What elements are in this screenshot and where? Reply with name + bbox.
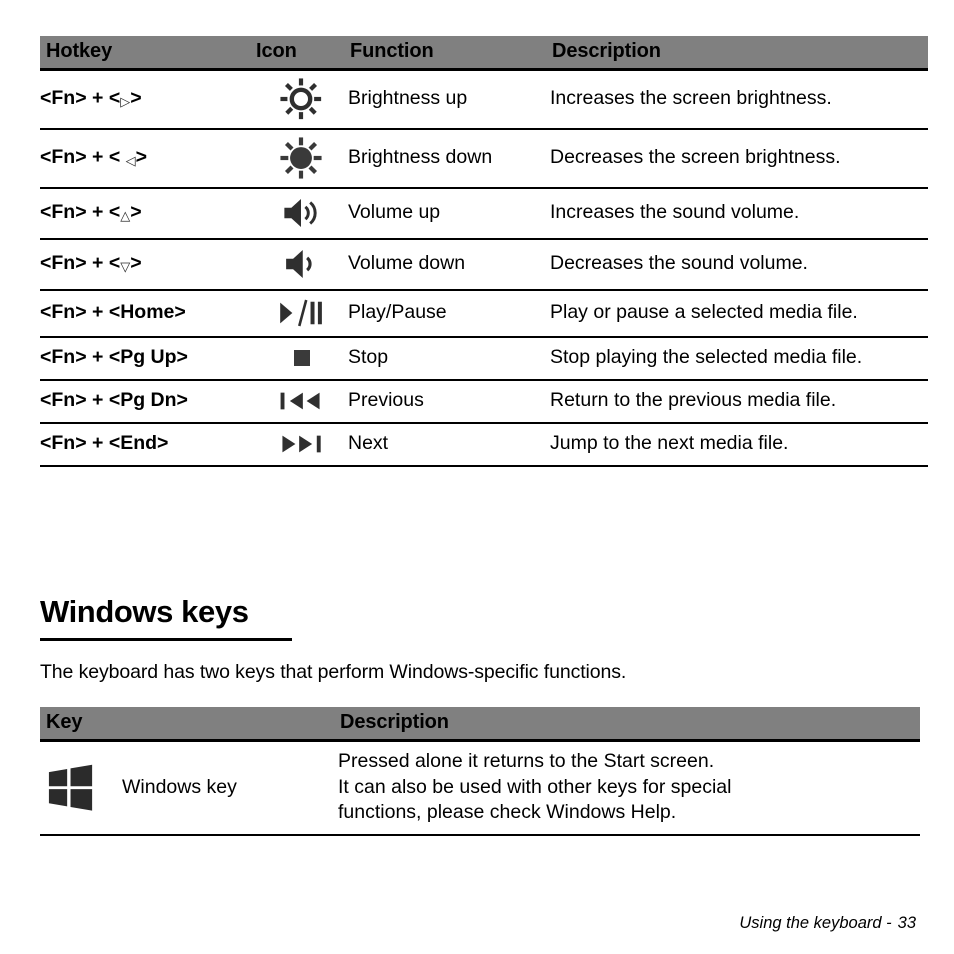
hotkey-text-prefix: <Fn> + < bbox=[40, 146, 126, 169]
description-text: Stop playing the selected media file. bbox=[550, 337, 928, 381]
volume-up-icon bbox=[280, 196, 322, 230]
column-header-description: Description bbox=[550, 36, 928, 71]
column-header-icon: Icon bbox=[254, 36, 348, 71]
key-cell: Windows key bbox=[40, 740, 338, 837]
hotkey-text-suffix: > bbox=[130, 201, 142, 224]
hotkey-combo: <Fn> + <Pg Dn> bbox=[40, 380, 254, 424]
function-label: Brightness down bbox=[348, 129, 550, 189]
table-row: <Fn> + < ◁> Brightness down Decreases th… bbox=[40, 129, 928, 189]
hotkey-text-suffix: > bbox=[130, 87, 142, 110]
arrow-right-icon: ▷ bbox=[120, 94, 131, 110]
function-label: Next bbox=[348, 423, 550, 467]
previous-icon bbox=[275, 388, 327, 414]
description-line: It can also be used with other keys for … bbox=[338, 775, 732, 798]
key-label: Windows key bbox=[122, 775, 237, 798]
hotkey-text-suffix: > bbox=[135, 146, 148, 169]
arrow-down-icon: ▽ bbox=[120, 259, 131, 275]
brightness-down-icon bbox=[280, 137, 322, 179]
next-icon bbox=[275, 431, 327, 457]
icon-cell bbox=[254, 380, 348, 424]
description-line: Pressed alone it returns to the Start sc… bbox=[338, 750, 715, 772]
icon-cell bbox=[254, 69, 348, 130]
hotkey-text-prefix: <Fn> + < bbox=[40, 201, 121, 224]
icon-cell bbox=[254, 290, 348, 338]
table-row: <Fn> + <△> Volume up Increases the sound… bbox=[40, 188, 928, 240]
hotkey-text-prefix: <Fn> + < bbox=[40, 87, 121, 110]
icon-cell bbox=[254, 337, 348, 381]
hotkey-combo: <Fn> + <△> bbox=[40, 188, 254, 240]
arrow-up-icon: △ bbox=[120, 208, 131, 224]
icon-cell bbox=[254, 188, 348, 240]
icon-cell bbox=[254, 423, 348, 467]
table-row: <Fn> + <End> Next Jump to the next media… bbox=[40, 423, 928, 467]
page-footer: Using the keyboard - 33 bbox=[739, 914, 916, 933]
function-label: Stop bbox=[348, 337, 550, 381]
icon-cell bbox=[254, 129, 348, 189]
footer-section-label: Using the keyboard - bbox=[739, 914, 892, 932]
description-text: Play or pause a selected media file. bbox=[550, 290, 928, 338]
column-header-key: Key bbox=[40, 707, 338, 742]
hotkey-text-prefix: <Fn> + < bbox=[40, 252, 121, 275]
hotkey-combo: <Fn> + <▽> bbox=[40, 239, 254, 291]
table-row: <Fn> + <▷> Brightness up Increases the s… bbox=[40, 69, 928, 130]
hotkey-combo: <Fn> + <Home> bbox=[40, 290, 254, 338]
footer-page-number: 33 bbox=[897, 914, 916, 932]
heading-underline bbox=[40, 638, 292, 641]
function-label: Brightness up bbox=[348, 69, 550, 130]
hotkey-combo: <Fn> + <Pg Up> bbox=[40, 337, 254, 381]
table-row: <Fn> + <Pg Up> Stop Stop playing the sel… bbox=[40, 337, 928, 381]
arrow-left-icon: ◁ bbox=[125, 153, 136, 169]
description-text: Increases the sound volume. bbox=[550, 188, 928, 240]
description-text: Jump to the next media file. bbox=[550, 423, 928, 467]
description-text: Return to the previous media file. bbox=[550, 380, 928, 424]
hotkey-combo: <Fn> + < ◁> bbox=[40, 129, 254, 189]
table-row: Windows key Pressed alone it returns to … bbox=[40, 740, 920, 837]
windows-keys-table: Key Description Windows key Pressed alon… bbox=[40, 707, 920, 837]
function-label: Play/Pause bbox=[348, 290, 550, 338]
document-page: Hotkey Icon Function Description <Fn> + … bbox=[0, 0, 954, 954]
section-heading-text: Windows keys bbox=[40, 594, 249, 629]
table-row: <Fn> + <▽> Volume down Decreases the sou… bbox=[40, 239, 928, 291]
table-row: <Fn> + <Home> Play/Pause Play or pause a… bbox=[40, 290, 928, 338]
description-text: Decreases the sound volume. bbox=[550, 239, 928, 291]
windows-logo-icon bbox=[46, 764, 96, 812]
hotkey-table: Hotkey Icon Function Description <Fn> + … bbox=[40, 36, 928, 467]
column-header-function: Function bbox=[348, 36, 550, 71]
column-header-description: Description bbox=[338, 707, 920, 742]
function-label: Previous bbox=[348, 380, 550, 424]
table-row: <Fn> + <Pg Dn> Previous Return to the pr… bbox=[40, 380, 928, 424]
play-pause-icon bbox=[275, 298, 327, 328]
table-header-row: Hotkey Icon Function Description bbox=[40, 36, 928, 71]
table-header-row: Key Description bbox=[40, 707, 920, 742]
column-header-hotkey: Hotkey bbox=[40, 36, 254, 71]
stop-icon bbox=[281, 345, 321, 371]
hotkey-combo: <Fn> + <End> bbox=[40, 423, 254, 467]
description-text: Decreases the screen brightness. bbox=[550, 129, 928, 189]
volume-down-icon bbox=[280, 247, 322, 281]
description-text: Increases the screen brightness. bbox=[550, 69, 928, 130]
brightness-up-icon bbox=[280, 78, 322, 120]
icon-cell bbox=[254, 239, 348, 291]
function-label: Volume down bbox=[348, 239, 550, 291]
section-intro-text: The keyboard has two keys that perform W… bbox=[40, 661, 627, 683]
function-label: Volume up bbox=[348, 188, 550, 240]
section-heading-windows-keys: Windows keys bbox=[40, 594, 292, 641]
hotkey-combo: <Fn> + <▷> bbox=[40, 69, 254, 130]
description-line: functions, please check Windows Help. bbox=[338, 801, 677, 824]
description-cell: Pressed alone it returns to the Start sc… bbox=[338, 740, 920, 837]
hotkey-text-suffix: > bbox=[130, 252, 142, 275]
